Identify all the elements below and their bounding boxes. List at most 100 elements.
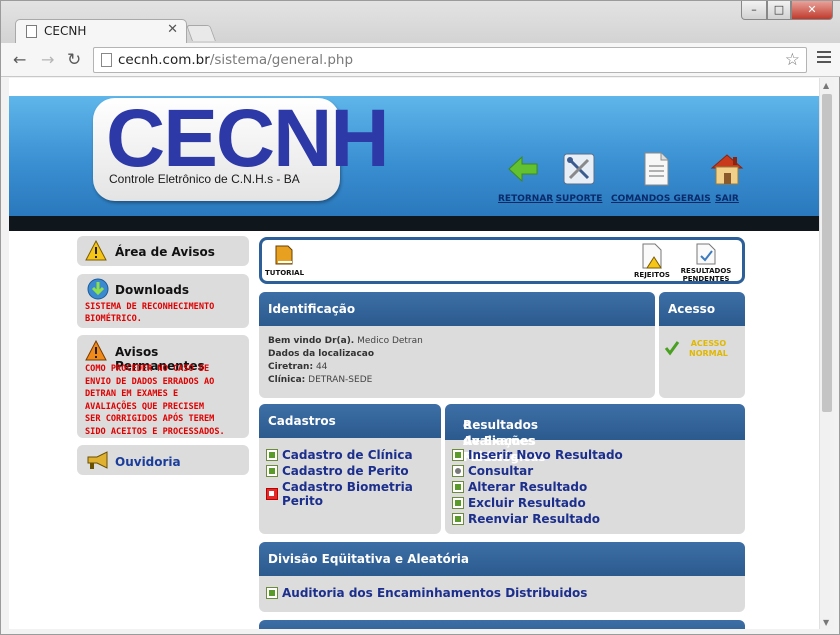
sidebar-avisos-permanentes[interactable]: Avisos Permanentes COMO PROCEDER NO CASO… (77, 335, 249, 438)
location-label: Dados da localizacao (268, 349, 375, 359)
downloads-text-1[interactable]: SISTEMA DE RECONHECIMENTO (85, 301, 214, 314)
identificacao-header: Identificação (259, 292, 655, 326)
edit-icon (452, 497, 464, 509)
inserir-resultado-link[interactable]: Inserir Novo Resultado (452, 448, 623, 462)
add-icon (266, 587, 278, 599)
link-label: Cadastro Biometria Perito (282, 480, 413, 508)
ouvidoria-link[interactable]: Ouvidoria (115, 455, 181, 469)
aviso-line[interactable]: DETRAN EM EXAMES E (85, 388, 178, 401)
aviso-line[interactable]: ENVIO DE DADOS ERRADOS AO (85, 376, 214, 389)
divisao-panel: Divisão Eqüitativa e Aleatória Auditoria… (259, 542, 745, 612)
reload-icon[interactable]: ↻ (67, 50, 81, 70)
consultar-link[interactable]: Consultar (452, 464, 533, 478)
close-window-button[interactable]: ✕ (791, 1, 833, 20)
bookmark-star-icon[interactable]: ☆ (785, 50, 800, 70)
nav-retornar[interactable]: RETORNAR (498, 152, 554, 204)
nav-sair[interactable]: SAIR (707, 152, 747, 204)
resultados-label-2: PENDENTES (682, 275, 730, 283)
ciretran-label: Ciretran: (268, 362, 314, 372)
reenviar-resultado-link[interactable]: Reenviar Resultado (452, 512, 600, 526)
home-icon (710, 154, 744, 185)
download-icon (87, 278, 109, 300)
page-info-icon (101, 53, 112, 67)
resend-icon (452, 513, 464, 525)
cadastro-biometria-link[interactable]: Cadastro Biometria Perito (266, 480, 441, 508)
avisos-title: Área de Avisos (115, 245, 215, 259)
menu-icon[interactable] (817, 51, 831, 66)
vertical-scrollbar[interactable]: ▲ ▼ (819, 78, 834, 629)
page-viewport: CECNH Controle Eletrônico de C.N.H.s - B… (9, 78, 819, 629)
header-divider (9, 216, 819, 231)
address-bar[interactable]: cecnh.com.br/sistema/general.php ☆ (93, 47, 807, 73)
scroll-thumb[interactable] (822, 94, 832, 412)
document-warning-icon (642, 243, 662, 269)
maximize-button[interactable]: □ (767, 1, 791, 20)
rejeitos-label: REJEITOS (634, 271, 670, 279)
warning-icon (85, 240, 107, 261)
welcome-label: Bem vindo Dr(a). (268, 336, 355, 346)
forward-icon[interactable]: → (41, 50, 54, 69)
link-label: Cadastro de Clínica (282, 448, 413, 462)
link-label: Inserir Novo Resultado (468, 448, 623, 462)
tab-strip: CECNH ✕ – □ ✕ (1, 1, 840, 44)
cadastros-header: Cadastros (259, 404, 441, 438)
nav-comandos-gerais[interactable]: COMANDOS GERAIS (611, 152, 711, 204)
aviso-line[interactable]: SIDO ACEITOS E PROCESSADOS. (85, 426, 225, 439)
sidebar-avisos[interactable]: Área de Avisos (77, 236, 249, 266)
ciretran-line: Ciretran: 44 (268, 362, 327, 372)
auditoria-link[interactable]: Auditoria dos Encaminhamentos Distribuid… (266, 586, 587, 600)
identificacao-panel: Identificação Bem vindo Dr(a). Medico De… (259, 292, 655, 398)
cadastros-title: Cadastros (268, 414, 336, 428)
aviso-line[interactable]: COMO PROCEDER NO CASO DE (85, 363, 209, 376)
link-label: Alterar Resultado (468, 480, 588, 494)
check-icon (664, 341, 680, 356)
aviso-line[interactable]: AVALIAÇÕES QUE PRECISEM (85, 401, 204, 414)
browser-tab[interactable]: CECNH ✕ (15, 19, 187, 44)
book-icon (275, 245, 293, 265)
access-status: ACESSO NORMAL (689, 339, 728, 359)
document-icon (644, 152, 669, 186)
rejeitos-button[interactable]: REJEITOS (632, 243, 672, 279)
tab-title: CECNH (44, 24, 87, 38)
nav-retornar-label: RETORNAR (498, 194, 554, 204)
excluir-resultado-link[interactable]: Excluir Resultado (452, 496, 586, 510)
logo: CECNH Controle Eletrônico de C.N.H.s - B… (93, 98, 390, 201)
pdf-icon (266, 488, 278, 500)
cadastro-perito-link[interactable]: Cadastro de Perito (266, 464, 409, 478)
access-status-2: NORMAL (689, 349, 728, 358)
next-panel-header (259, 620, 745, 629)
cadastros-panel: Cadastros Cadastro de Clínica Cadastro d… (259, 404, 441, 534)
aviso-line[interactable]: SER CORRIGIDOS APÓS TEREM (85, 413, 214, 426)
downloads-text-2[interactable]: BIOMÉTRICO. (85, 313, 142, 326)
new-tab-button[interactable] (186, 25, 216, 41)
cadastro-clinica-link[interactable]: Cadastro de Clínica (266, 448, 413, 462)
edit-icon (266, 449, 278, 461)
resultados-header: Resultados de Exames Médicos e Avaliações… (445, 404, 745, 464)
location-line: Dados da localizacao (268, 349, 374, 359)
resultados-pendentes-button[interactable]: RESULTADOS PENDENTES (678, 243, 734, 283)
scroll-up-icon[interactable]: ▲ (823, 81, 829, 90)
edit-icon (266, 465, 278, 477)
edit-icon (452, 481, 464, 493)
document-check-icon (696, 243, 716, 265)
alterar-resultado-link[interactable]: Alterar Resultado (452, 480, 587, 494)
back-icon[interactable]: ← (13, 50, 26, 69)
resultados-label-1: RESULTADOS (680, 267, 732, 275)
url-domain: cecnh.com.br (118, 52, 210, 68)
tab-close-icon[interactable]: ✕ (167, 22, 178, 37)
minimize-button[interactable]: – (741, 1, 767, 20)
sidebar-downloads[interactable]: Downloads SISTEMA DE RECONHECIMENTO BIOM… (77, 274, 249, 328)
scroll-down-icon[interactable]: ▼ (823, 618, 829, 627)
add-icon (452, 449, 464, 461)
logo-text: CECNH (106, 93, 390, 184)
sidebar-ouvidoria[interactable]: Ouvidoria (77, 445, 249, 475)
browser-window: CECNH ✕ – □ ✕ ← → ↻ cecnh.com.br/sistema… (0, 0, 840, 635)
url-path: /sistema/general.php (209, 52, 354, 68)
link-label: Consultar (468, 464, 534, 478)
clinica-label: Clínica: (268, 375, 306, 385)
welcome-line: Bem vindo Dr(a). Medico Detran (268, 336, 423, 346)
acesso-title: Acesso (668, 302, 716, 316)
nav-suporte[interactable]: SUPORTE (554, 152, 604, 204)
tutorial-button[interactable]: TUTORIAL (265, 243, 304, 277)
url-text: cecnh.com.br/sistema/general.php (118, 52, 353, 68)
